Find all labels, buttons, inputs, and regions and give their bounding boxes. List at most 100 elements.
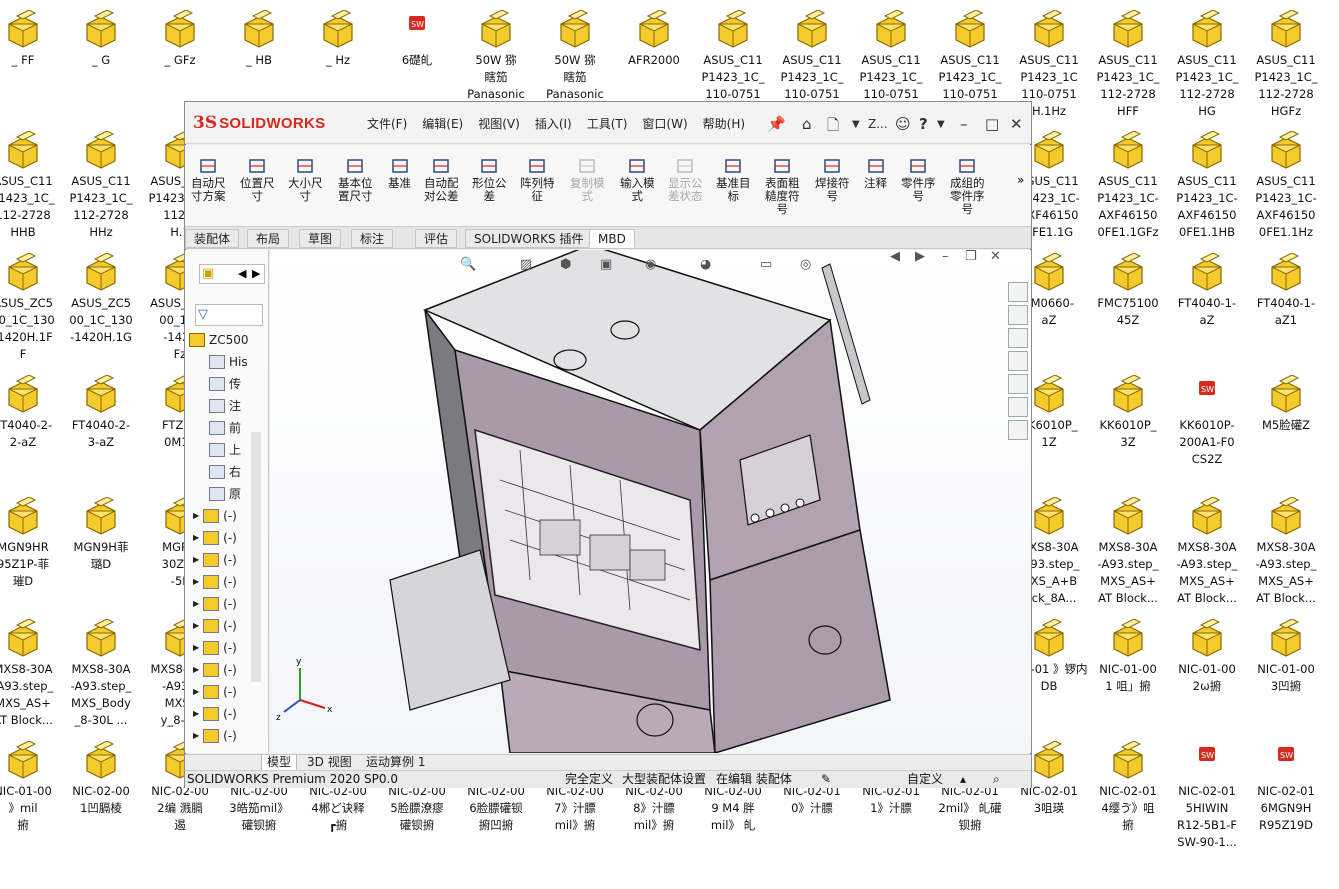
task-pane-palette-icon[interactable]: [1008, 351, 1028, 371]
camera-icon[interactable]: ◎: [800, 257, 811, 272]
expand-icon[interactable]: ▶: [193, 616, 199, 636]
tree-item[interactable]: ▶ (-): [193, 594, 237, 614]
expand-icon[interactable]: ▶: [193, 572, 199, 592]
units-dropdown-icon[interactable]: ▴: [960, 771, 966, 788]
menu-item[interactable]: 帮助(H): [703, 115, 745, 132]
desktop-file-icon[interactable]: _ Hz: [299, 10, 377, 69]
expand-icon[interactable]: ▶: [193, 704, 199, 724]
scroll-right-icon[interactable]: ▶: [252, 267, 260, 280]
command-tab[interactable]: 装配体: [185, 229, 240, 248]
desktop-file-icon[interactable]: ASUS_ZC5 00_1C_130 -1420H.1F F: [0, 253, 62, 363]
view-prev-icon[interactable]: ◀: [890, 250, 900, 264]
home-icon[interactable]: ⌂: [802, 115, 812, 133]
expand-icon[interactable]: ▶: [193, 682, 199, 702]
filter-box[interactable]: ▽: [195, 304, 263, 326]
menu-item[interactable]: 文件(F): [367, 115, 407, 132]
tree-item[interactable]: ▶ (-): [193, 506, 237, 526]
expand-icon[interactable]: ▶: [193, 506, 199, 526]
desktop-file-icon[interactable]: ASUS_C11 P1423_1C_ 110-0751: [773, 10, 851, 103]
model-tab[interactable]: 运动算例 1: [361, 755, 430, 770]
desktop-file-icon[interactable]: ASUS_C11 P1423_1C_ 112-2728 HGFz: [1247, 10, 1325, 120]
desktop-file-icon[interactable]: FT4040-2- 2-aZ: [0, 375, 62, 451]
desktop-file-icon[interactable]: ASUS_C11 P1423_1C- AXF46150 0FE1.1GFz: [1089, 131, 1167, 241]
command-tab[interactable]: 草图: [299, 229, 342, 248]
tree-root[interactable]: ZC500: [189, 330, 249, 350]
chevron-down-icon[interactable]: ▼: [852, 119, 860, 130]
feature-tree-icon[interactable]: ▣: [202, 266, 214, 281]
desktop-file-icon[interactable]: _ GFz: [141, 10, 219, 69]
desktop-file-icon[interactable]: NIC-01-00 》mil 捬: [0, 741, 62, 834]
tree-item[interactable]: 右: [209, 462, 241, 482]
desktop-file-icon[interactable]: _ G: [62, 10, 140, 69]
task-pane-home-icon[interactable]: [1008, 282, 1028, 302]
tree-item[interactable]: ▶ (-): [193, 638, 237, 658]
scroll-left-icon[interactable]: ◀: [238, 267, 246, 280]
desktop-file-icon[interactable]: ASUS_C11 P1423_1C- AXF46150 0FE1.1HB: [1168, 131, 1246, 241]
command-button[interactable]: 形位公 差: [472, 157, 507, 203]
doc-close-icon[interactable]: ✕: [990, 250, 1001, 264]
tree-item[interactable]: His: [209, 352, 248, 372]
desktop-file-icon[interactable]: ASUS_C11 P1423_1C_ 110-0751: [852, 10, 930, 103]
desktop-file-icon[interactable]: KK6010P_ 3Z: [1089, 375, 1167, 451]
tree-item[interactable]: 传: [209, 374, 241, 394]
section-view-icon[interactable]: ▨: [520, 257, 532, 272]
expand-icon[interactable]: ▶: [193, 726, 199, 746]
minimize-icon[interactable]: –: [960, 115, 968, 133]
user-icon[interactable]: ☺: [895, 115, 911, 133]
search-field-short[interactable]: Z...: [868, 117, 888, 131]
desktop-file-icon[interactable]: MXS8-30A -A93.step_ MXS_AS+ AT Block...: [1247, 497, 1325, 607]
task-pane-explorer-icon[interactable]: [1008, 328, 1028, 348]
rebuild-icon[interactable]: ✎: [821, 771, 831, 788]
desktop-file-icon[interactable]: ASUS_C11 P1423_1C_ 112-2728 HFF: [1089, 10, 1167, 120]
command-tab[interactable]: 布局: [247, 229, 290, 248]
tree-item[interactable]: ▶ (-): [193, 528, 237, 548]
desktop-file-icon[interactable]: MXS8-30A -A93.step_ MXS_Body _8-30L ...: [62, 619, 140, 729]
command-tab[interactable]: 标注: [351, 229, 394, 248]
tree-item[interactable]: ▶ (-): [193, 726, 237, 746]
desktop-file-icon[interactable]: FMC75100 45Z: [1089, 253, 1167, 329]
help-dropdown-icon[interactable]: ▼: [937, 119, 945, 130]
tree-item[interactable]: 前: [209, 418, 241, 438]
command-button[interactable]: 注释: [864, 157, 887, 190]
model-tab[interactable]: 模型: [261, 755, 298, 771]
expand-icon[interactable]: ▶: [193, 550, 199, 570]
desktop-file-icon[interactable]: ASUS_C11 P1423_1C_ 112-2728 HG: [1168, 10, 1246, 120]
desktop-file-icon[interactable]: NIC-02-00 1凹膈棱: [62, 741, 140, 817]
desktop-file-icon[interactable]: ASUS_C11 P1423_1C_ 112-2728 HHz: [62, 131, 140, 241]
desktop-file-icon[interactable]: NIC-01-00 1 咀」捬: [1089, 619, 1167, 695]
desktop-file-icon[interactable]: SW 6礎癿: [378, 10, 456, 69]
tree-item[interactable]: ▶ (-): [193, 550, 237, 570]
menu-item[interactable]: 编辑(E): [422, 115, 463, 132]
desktop-file-icon[interactable]: NIC-01-00 3凹捬: [1247, 619, 1325, 695]
graphics-area[interactable]: y x z 🔍 ▨ ⬢ ▣ ◉ ◕ ▭ ◎ ◀ ▶ – ❐ ✕: [270, 250, 1031, 753]
tree-item[interactable]: 原: [209, 484, 241, 504]
desktop-file-icon[interactable]: 50W 猕 瞎笳 Panasonic: [457, 10, 535, 103]
desktop-file-icon[interactable]: MXS8-30A -A93.step_ MXS_AS+ AT Block...: [0, 619, 62, 729]
desktop-file-icon[interactable]: NIC-02-01 4缨ゔ》咀 捬: [1089, 741, 1167, 834]
desktop-file-icon[interactable]: M5脸礶Z: [1247, 375, 1325, 434]
menu-item[interactable]: 视图(V): [478, 115, 520, 132]
expand-icon[interactable]: ▶: [193, 594, 199, 614]
command-button[interactable]: 自动尺 寸方案: [191, 157, 226, 203]
desktop-file-icon[interactable]: _ HB: [220, 10, 298, 69]
task-pane-properties-icon[interactable]: [1008, 397, 1028, 417]
zoom-fit-icon[interactable]: 🔍: [460, 257, 476, 272]
file-icon[interactable]: 🗋: [827, 115, 839, 140]
desktop-file-icon[interactable]: ASUS_C11 P1423_1C- AXF46150 0FE1.1Hz: [1247, 131, 1325, 241]
menu-item[interactable]: 插入(I): [535, 115, 572, 132]
command-button[interactable]: 复制模 式: [570, 157, 605, 203]
desktop-file-icon[interactable]: MGN9HR 95Z1P-菲 璀D: [0, 497, 62, 590]
tree-item[interactable]: ▶ (-): [193, 616, 237, 636]
status-custom[interactable]: 自定义: [907, 771, 943, 788]
close-icon[interactable]: ✕: [1010, 115, 1023, 133]
command-tab[interactable]: 评估: [415, 229, 458, 248]
command-button[interactable]: 显示公 差状态: [668, 157, 703, 203]
command-button[interactable]: 焊接符 号: [815, 157, 850, 203]
command-button[interactable]: 成组的 零件序 号: [950, 157, 985, 216]
filter-icon[interactable]: ▽: [198, 307, 208, 322]
desktop-file-icon[interactable]: MXS8-30A -A93.step_ MXS_AS+ AT Block...: [1089, 497, 1167, 607]
view-orientation-icon[interactable]: ⬢: [560, 257, 571, 272]
task-pane-appearance-icon[interactable]: [1008, 374, 1028, 394]
command-button[interactable]: 输入模 式: [620, 157, 655, 203]
desktop-file-icon[interactable]: SW KK6010P- 200A1-F0 CS2Z: [1168, 375, 1246, 468]
